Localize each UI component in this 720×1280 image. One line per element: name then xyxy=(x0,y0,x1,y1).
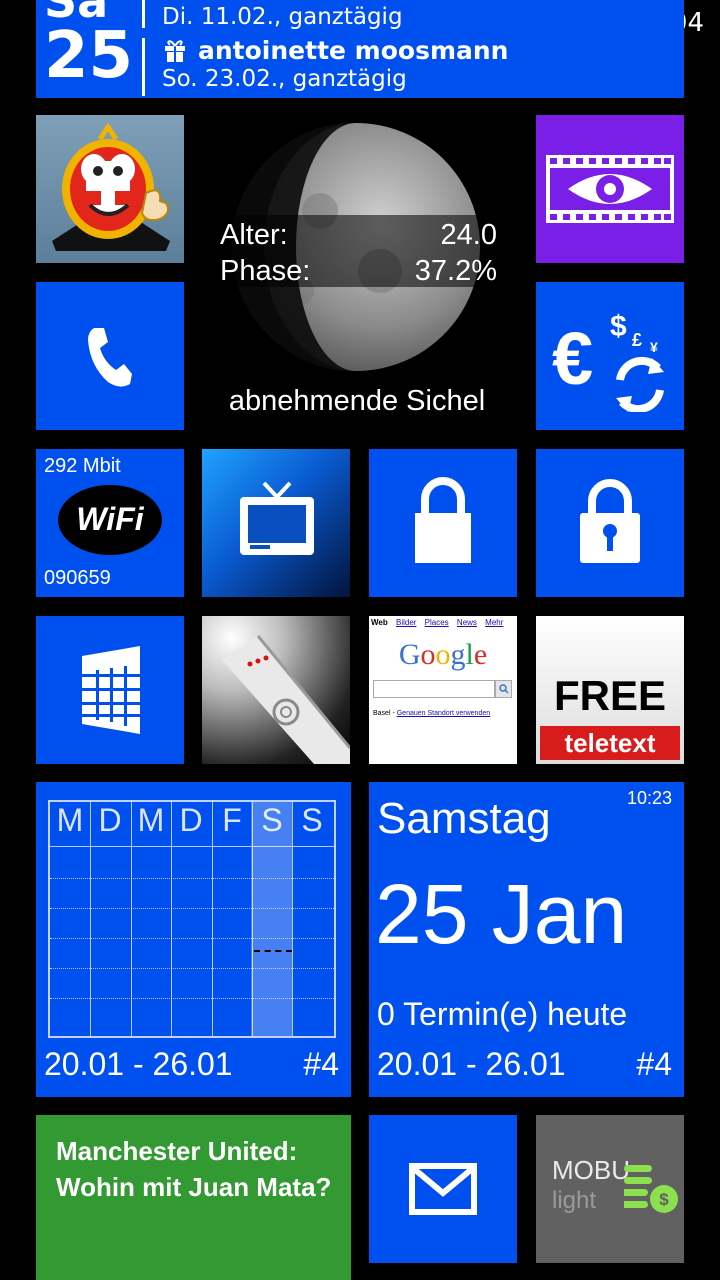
grid-line xyxy=(50,846,334,847)
weekday-header: M xyxy=(137,802,165,838)
svg-text:¥: ¥ xyxy=(650,339,658,355)
weekday-label: Samstag xyxy=(377,794,551,843)
lock-tile[interactable] xyxy=(369,449,517,597)
tile-time: 10:23 xyxy=(626,788,672,808)
clock-mascot-tile[interactable] xyxy=(36,115,184,263)
film-eye-icon xyxy=(546,155,674,227)
weekday-header: D xyxy=(179,802,203,838)
calculator-icon xyxy=(78,642,144,742)
keyhole-lock-icon xyxy=(580,479,640,569)
event-divider xyxy=(142,0,145,28)
moon-phase-tile[interactable]: Alter: 24.0 Phase: 37.2% abnehmende Sich… xyxy=(202,115,517,430)
video-player-tile[interactable] xyxy=(536,115,684,263)
google-tab-places[interactable]: Places xyxy=(425,618,449,627)
svg-text:$: $ xyxy=(659,1190,669,1209)
tv-tile[interactable] xyxy=(202,449,350,597)
mail-tile[interactable] xyxy=(369,1115,517,1263)
svg-text:£: £ xyxy=(632,330,642,350)
currency-exchange-icon: € $ £ ¥ xyxy=(552,302,672,416)
grid-line xyxy=(50,878,334,879)
teletext-name: teletext xyxy=(564,728,656,758)
wifi-tile[interactable]: 292 Mbit WiFi 090659 xyxy=(36,449,184,597)
moon-phase-name: abnehmende Sichel xyxy=(228,385,486,417)
svg-text:€: € xyxy=(552,317,593,400)
wifi-speed: 292 Mbit xyxy=(44,455,121,477)
google-location-text: Basel - xyxy=(373,710,397,717)
week-calendar-tile[interactable]: M D M D F S S 20.01 - 26.01 #4 xyxy=(36,782,351,1097)
google-tab-web[interactable]: Web xyxy=(371,618,388,627)
google-logo-letter: l xyxy=(465,638,474,671)
week-range: 20.01 - 26.01 xyxy=(44,1046,233,1082)
week-range: 20.01 - 26.01 xyxy=(377,1046,566,1082)
moon-age-label: Alter: xyxy=(220,219,288,251)
weekday-header: S xyxy=(261,802,283,838)
google-search-tile[interactable]: Web Bilder Places News Mehr Google Basel… xyxy=(369,616,517,764)
week-number: #4 xyxy=(303,1046,339,1082)
moon-phase-label: Phase: xyxy=(220,255,311,287)
news-tile[interactable]: Manchester United: Wohin mit Juan Mata? xyxy=(36,1115,351,1280)
google-logo: Google xyxy=(369,638,517,672)
event-marker xyxy=(254,950,292,952)
mobu-light-tile[interactable]: MOBU light $ xyxy=(536,1115,684,1263)
clock-mascot-icon xyxy=(46,122,176,261)
google-tab-bilder[interactable]: Bilder xyxy=(396,618,416,627)
weekday-header: S xyxy=(301,802,323,838)
tv-icon xyxy=(238,479,316,563)
flashlight-tile[interactable] xyxy=(202,616,350,764)
teletext-free-label: FREE xyxy=(553,672,666,719)
weekday-header: D xyxy=(98,802,122,838)
grid-line xyxy=(50,938,334,939)
coin-stack-icon: $ xyxy=(620,1161,680,1221)
weekday-header: F xyxy=(222,802,242,838)
google-tabs: Web Bilder Places News Mehr xyxy=(371,618,503,627)
google-logo-letter: G xyxy=(398,638,421,671)
lock-icon xyxy=(415,477,471,569)
wifi-ssid: 090659 xyxy=(44,567,111,589)
teletext-banner: teletext xyxy=(540,726,680,760)
svg-text:$: $ xyxy=(610,310,627,343)
grid-line xyxy=(50,998,334,999)
google-location-link[interactable]: Genauen Standort verwenden xyxy=(397,710,490,717)
moon-phase-value: 37.2% xyxy=(414,255,497,287)
google-location: Basel - Genauen Standort verwenden xyxy=(373,710,490,717)
google-search-button[interactable] xyxy=(495,680,512,698)
google-logo-letter: g xyxy=(450,638,466,671)
wifi-logo: WiFi xyxy=(58,485,162,555)
search-icon xyxy=(499,684,509,694)
google-tab-news[interactable]: News xyxy=(457,618,477,627)
phone-icon xyxy=(86,324,134,394)
google-search-input[interactable] xyxy=(373,680,495,698)
week-grid: M D M D F S S xyxy=(48,800,336,1038)
currency-converter-tile[interactable]: € $ £ ¥ xyxy=(536,282,684,430)
appointments-label: 0 Termin(e) heute xyxy=(377,996,628,1032)
mobu-title: MOBU xyxy=(552,1155,630,1185)
event-divider xyxy=(142,38,145,96)
event-line-3: So. 23.02., ganztägig xyxy=(162,66,407,92)
mail-icon xyxy=(409,1163,477,1219)
google-logo-letter: e xyxy=(473,638,488,671)
grid-line xyxy=(50,908,334,909)
teletext-tile[interactable]: FREE teletext xyxy=(536,616,684,764)
week-number: #4 xyxy=(636,1046,672,1082)
grid-line xyxy=(50,968,334,969)
news-headline: Manchester United: Wohin mit Juan Mata? xyxy=(56,1136,332,1202)
flashlight-icon xyxy=(202,616,350,764)
day-number: 25 xyxy=(44,19,134,93)
weekday-header: M xyxy=(56,802,84,838)
gift-icon xyxy=(164,38,186,62)
event-line-1: Di. 11.02., ganztägig xyxy=(162,4,403,30)
keyhole-lock-tile[interactable] xyxy=(536,449,684,597)
event-line-2: antoinette moosmann xyxy=(198,36,509,65)
wifi-logo-text: WiFi xyxy=(76,501,144,537)
google-logo-letter: o xyxy=(435,638,451,671)
calendar-agenda-tile[interactable]: Sa 25 Di. 11.02., ganztägig antoinette m… xyxy=(36,0,684,98)
calculator-tile[interactable] xyxy=(36,616,184,764)
phone-tile[interactable] xyxy=(36,282,184,430)
mobu-subtitle: light xyxy=(552,1187,597,1214)
google-logo-letter: o xyxy=(420,638,436,671)
moon-age-value: 24.0 xyxy=(440,219,497,251)
date-label: 25 Jan xyxy=(375,867,628,961)
google-tab-mehr[interactable]: Mehr xyxy=(485,618,503,627)
date-agenda-tile[interactable]: 10:23 Samstag 25 Jan 0 Termin(e) heute 2… xyxy=(369,782,684,1097)
